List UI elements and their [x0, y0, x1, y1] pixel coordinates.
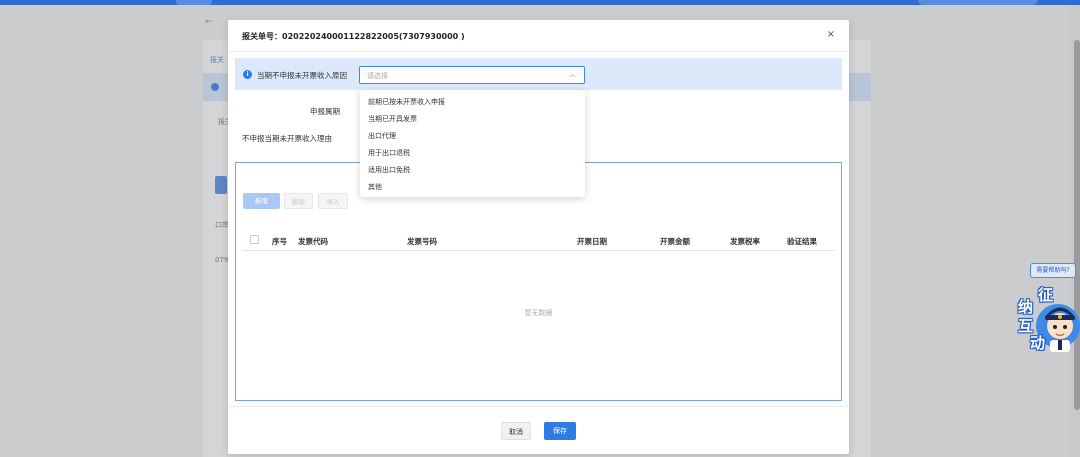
no-declare-reason-label: 不申报当期未开票收入理由: [242, 134, 332, 143]
column-header: 序号: [272, 237, 287, 246]
chevron-up-icon: ︿: [569, 70, 576, 78]
dropdown-option[interactable]: 适用出口免税: [360, 162, 585, 179]
background-button: [215, 176, 227, 194]
help-bubble[interactable]: 需要帮助吗?: [1030, 263, 1076, 278]
reason-label: 当期不申报未开票收入原因: [257, 71, 347, 80]
reason-select-placeholder: 请选择: [367, 72, 388, 80]
info-icon: i: [243, 70, 252, 79]
select-all-checkbox[interactable]: [250, 235, 259, 244]
close-icon[interactable]: ×: [827, 29, 835, 40]
mascot-char: 征: [1038, 286, 1054, 304]
period-label: 申报属期: [310, 107, 340, 116]
mascot-char: 纳: [1018, 298, 1034, 316]
background-label: 口岸: [215, 221, 229, 229]
import-button[interactable]: 导入: [318, 193, 348, 209]
dropdown-option[interactable]: 其他: [360, 179, 585, 196]
invoice-grid-panel: 新增 删除 导入 序号 发票代码 发票号码 开票日期 开票金额 发票税率 验证结…: [235, 162, 842, 401]
dropdown-option[interactable]: 前期已按未开票收入申报: [360, 94, 585, 111]
empty-table-message: 暂无数据: [524, 309, 553, 317]
delete-button[interactable]: 删除: [284, 193, 313, 209]
mascot-assistant[interactable]: 征 纳 互 动: [1012, 284, 1080, 356]
background-tab: 报关: [210, 56, 224, 64]
reason-select[interactable]: 请选择 ︿: [359, 66, 585, 84]
back-arrow-icon: ←: [205, 17, 213, 27]
modal-title: 报关单号：020220240001122822005(7307930000 ): [242, 32, 465, 41]
column-header: 开票金额: [660, 237, 690, 246]
column-header: 开票日期: [577, 237, 607, 246]
column-header: 发票税率: [730, 237, 760, 246]
save-button[interactable]: 保存: [544, 422, 576, 440]
dropdown-option[interactable]: 用于出口退税: [360, 145, 585, 162]
reason-bar: i 当期不申报未开票收入原因 请选择 ︿: [235, 58, 842, 90]
table-header: 序号 发票代码 发票号码 开票日期 开票金额 发票税率 验证结果: [242, 229, 835, 251]
new-button[interactable]: 新增: [243, 193, 280, 209]
modal-header: 报关单号：020220240001122822005(7307930000 ) …: [228, 20, 849, 52]
dropdown-option[interactable]: 出口代理: [360, 128, 585, 145]
reason-dropdown-menu: 前期已按未开票收入申报 当期已开具发票 出口代理 用于出口退税 适用出口免税 其…: [360, 90, 585, 197]
column-header: 发票代码: [298, 237, 328, 246]
declaration-modal: 报关单号：020220240001122822005(7307930000 ) …: [228, 20, 849, 454]
cancel-button[interactable]: 取消: [501, 422, 531, 440]
background-info-icon: [211, 83, 219, 91]
dropdown-option[interactable]: 当期已开具发票: [360, 111, 585, 128]
column-header: 发票号码: [407, 237, 437, 246]
background-label: 079: [215, 256, 229, 264]
column-header: 验证结果: [787, 237, 817, 246]
mascot-char: 动: [1030, 334, 1046, 352]
modal-footer: 取消 保存: [228, 406, 849, 454]
